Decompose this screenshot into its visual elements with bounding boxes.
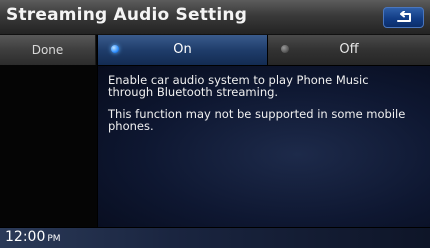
- back-arrow-icon: [397, 11, 411, 22]
- clock-ampm: PM: [47, 234, 61, 244]
- option-off[interactable]: Off: [268, 35, 430, 65]
- option-on[interactable]: On: [98, 35, 267, 65]
- clock-time: 12:00: [5, 229, 46, 245]
- option-on-label: On: [173, 42, 192, 57]
- clock: 12:00 PM: [5, 229, 61, 245]
- page-title: Streaming Audio Setting: [6, 5, 248, 25]
- status-bar: [0, 228, 430, 248]
- disclaimer-text: This function may not be supported in so…: [108, 107, 406, 133]
- back-button[interactable]: [383, 7, 424, 28]
- done-button[interactable]: Done: [0, 35, 96, 65]
- radio-selected-icon: [111, 45, 119, 53]
- description-text: Enable car audio system to play Phone Mu…: [108, 73, 369, 99]
- radio-unselected-icon: [281, 45, 289, 53]
- option-off-label: Off: [339, 42, 359, 57]
